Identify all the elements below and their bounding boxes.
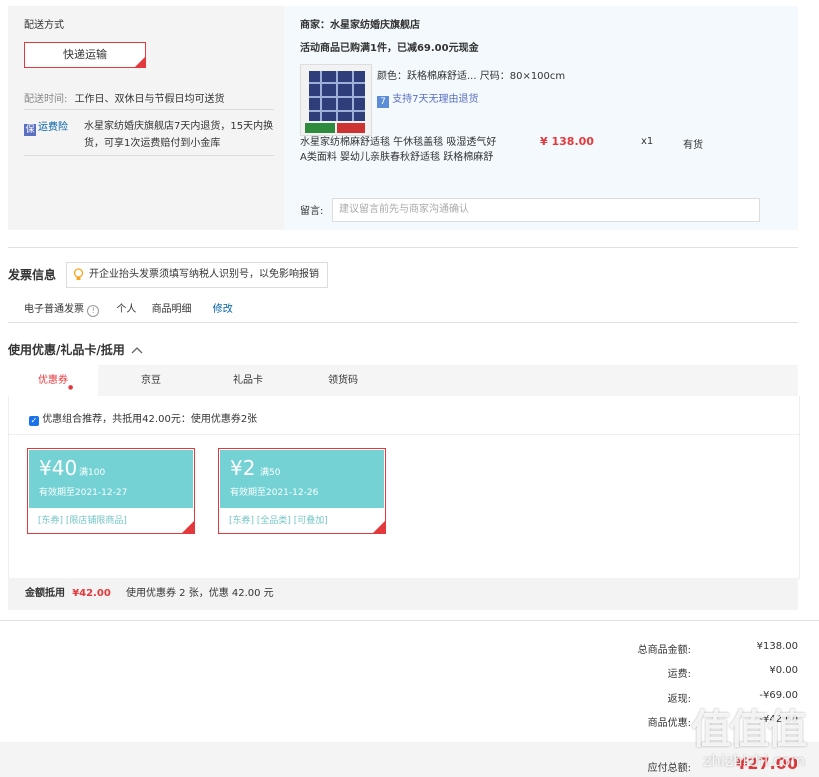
insurance-label: 运费险 — [38, 122, 68, 133]
divider — [24, 155, 274, 156]
invoice-type: 电子普通发票 — [24, 304, 84, 315]
remark-input[interactable]: 建议留言前先与商家沟通确认 — [332, 198, 760, 222]
recommend-text: 优惠组合推荐，共抵用42.00元：使用优惠券2张 — [42, 414, 258, 425]
divider — [0, 620, 819, 621]
coupon-condition: 满100 — [79, 468, 106, 478]
coupon-tags: [东券] [全品类] [可叠加] — [229, 516, 328, 526]
product-name-line-1: 水星家纺棉麻舒适毯 午休毯盖毯 吸湿透气好 — [300, 137, 497, 148]
recommend-row[interactable]: ✓ 优惠组合推荐，共抵用42.00元：使用优惠券2张 — [29, 410, 257, 426]
coupon-card[interactable]: ¥40 满100 有效期至2021-12-27 [东券] [限店铺限商品] — [27, 448, 195, 534]
tab-coupons[interactable]: 优惠券 ● — [8, 365, 98, 396]
divider — [24, 109, 274, 110]
total-goods-label: 总商品金额: — [637, 645, 691, 656]
tab-jingdou[interactable]: 京豆 — [106, 365, 196, 396]
delivery-time: 配送时间: 工作日、双休日与节假日均可送货 — [24, 90, 225, 105]
discount-summary: 金额抵用 ¥42.00 使用优惠券 2 张，优惠 42.00 元 — [8, 578, 798, 610]
invoice-edit-link[interactable]: 修改 — [213, 304, 233, 315]
coupon-condition: 满50 — [260, 468, 281, 478]
selected-corner-icon — [373, 521, 385, 533]
watermark-url: zhizhizhi.com — [703, 752, 805, 770]
coupon-tags: [东券] [限店铺限商品] — [38, 516, 127, 526]
coupon-expiry: 有效期至2021-12-27 — [39, 488, 128, 498]
invoice-details: 电子普通发票 ! 个人 商品明细 修改 — [24, 300, 233, 317]
return-policy-label: 支持7天无理由退货 — [392, 94, 479, 105]
shipping-method-button[interactable]: 快递运输 — [24, 42, 146, 68]
recommend-checkbox[interactable]: ✓ — [29, 416, 39, 426]
divider — [8, 247, 798, 248]
lightbulb-icon — [73, 268, 84, 280]
invoice-title: 发票信息 — [8, 268, 57, 282]
coupon-card[interactable]: ¥2 满50 有效期至2021-12-26 [东券] [全品类] [可叠加] — [218, 448, 386, 534]
coupon-face: ¥40 满100 有效期至2021-12-27 — [29, 450, 193, 508]
divider — [9, 434, 799, 435]
summary-text: 使用优惠券 2 张，优惠 42.00 元 — [125, 588, 274, 599]
delivery-time-value: 工作日、双休日与节假日均可送货 — [74, 94, 225, 105]
summary-label: 金额抵用 — [25, 588, 65, 599]
coupon-amount: ¥2 — [230, 456, 256, 480]
product-name-line-2: A类面料 婴幼儿亲肤春秋舒适毯 跃格棉麻舒 — [300, 152, 494, 163]
total-goods-value: ¥138.00 — [756, 641, 798, 652]
product-price: ¥ 138.00 — [540, 135, 594, 148]
summary-amount: ¥42.00 — [72, 588, 111, 599]
shipping-fee-label: 运费: — [667, 669, 691, 680]
discount-section-toggle[interactable]: 使用优惠/礼品卡/抵用 — [8, 341, 143, 358]
info-icon[interactable]: ! — [87, 305, 100, 317]
goods-discount-label: 商品优惠: — [647, 718, 691, 729]
invoice-tip: 开企业抬头发票须填写纳税人识别号，以免影响报销 — [66, 262, 328, 288]
insurance-text-1: 水星家纺婚庆旗舰店7天内退货，15天内换 — [84, 121, 274, 132]
insurance-description: 水星家纺婚庆旗舰店7天内退货，15天内换 货，可享1次运费赔付到小金库 — [84, 118, 273, 152]
discount-title: 使用优惠/礼品卡/抵用 — [8, 343, 125, 357]
shipping-panel: 配送方式 快递运输 配送时间: 工作日、双休日与节假日均可送货 保运费险 水星家… — [8, 6, 284, 230]
coupon-face: ¥2 满50 有效期至2021-12-26 — [220, 450, 384, 508]
promo-text: 活动商品已购满1件，已减69.00元现金 — [300, 43, 479, 54]
selected-corner-icon — [135, 57, 145, 67]
shipping-method-label: 快递运输 — [63, 48, 107, 61]
invoice-tip-text: 开企业抬头发票须填写纳税人识别号，以免影响报销 — [89, 269, 319, 280]
tab-pickup-code[interactable]: 领货码 — [298, 365, 388, 396]
coupon-amount: ¥40 — [39, 456, 78, 480]
cashback-label: 返现: — [667, 694, 691, 705]
product-spec: 颜色：跃格棉麻舒适... 尺码：80×100cm — [377, 71, 566, 82]
return-policy: 7 支持7天无理由退货 — [377, 90, 479, 108]
remark-label: 留言: — [300, 206, 324, 217]
insurance-text-2: 货，可享1次运费赔付到小金库 — [84, 138, 221, 149]
invoice-title-type: 个人 — [116, 304, 137, 315]
selected-corner-icon — [182, 521, 194, 533]
insurance-link[interactable]: 保运费险 — [24, 118, 68, 136]
shipping-title: 配送方式 — [24, 20, 64, 31]
shipping-fee-value: ¥0.00 — [769, 665, 798, 676]
coupon-area: ✓ 优惠组合推荐，共抵用42.00元：使用优惠券2张 ¥40 满100 有效期至… — [8, 396, 800, 579]
product-qty: x1 — [641, 136, 654, 147]
payable-label: 应付总额: — [647, 763, 691, 774]
divider — [8, 322, 798, 323]
return-policy-icon: 7 — [377, 96, 389, 108]
store-panel: 商家：水星家纺婚庆旗舰店 活动商品已购满1件，已减69.00元现金 颜色：跃格棉… — [284, 6, 798, 230]
merchant-name[interactable]: 商家：水星家纺婚庆旗舰店 — [300, 16, 420, 31]
insurance-icon: 保 — [24, 124, 36, 136]
coupon-expiry: 有效期至2021-12-26 — [230, 488, 319, 498]
delivery-time-label: 配送时间: — [24, 94, 68, 105]
product-thumbnail[interactable] — [300, 64, 372, 136]
stock-status: 有货 — [683, 140, 703, 151]
watermark-logo: 值值值 — [691, 707, 807, 753]
product-name[interactable]: 水星家纺棉麻舒适毯 午休毯盖毯 吸湿透气好 A类面料 婴幼儿亲肤春秋舒适毯 跃格… — [300, 135, 496, 165]
tab-gift-card[interactable]: 礼品卡 — [203, 365, 293, 396]
invoice-content: 商品明细 — [151, 304, 192, 315]
tab-coupons-label: 优惠券 — [38, 375, 68, 386]
chevron-up-icon — [131, 347, 143, 354]
discount-tabs: 优惠券 ● 京豆 礼品卡 领货码 — [8, 365, 798, 396]
